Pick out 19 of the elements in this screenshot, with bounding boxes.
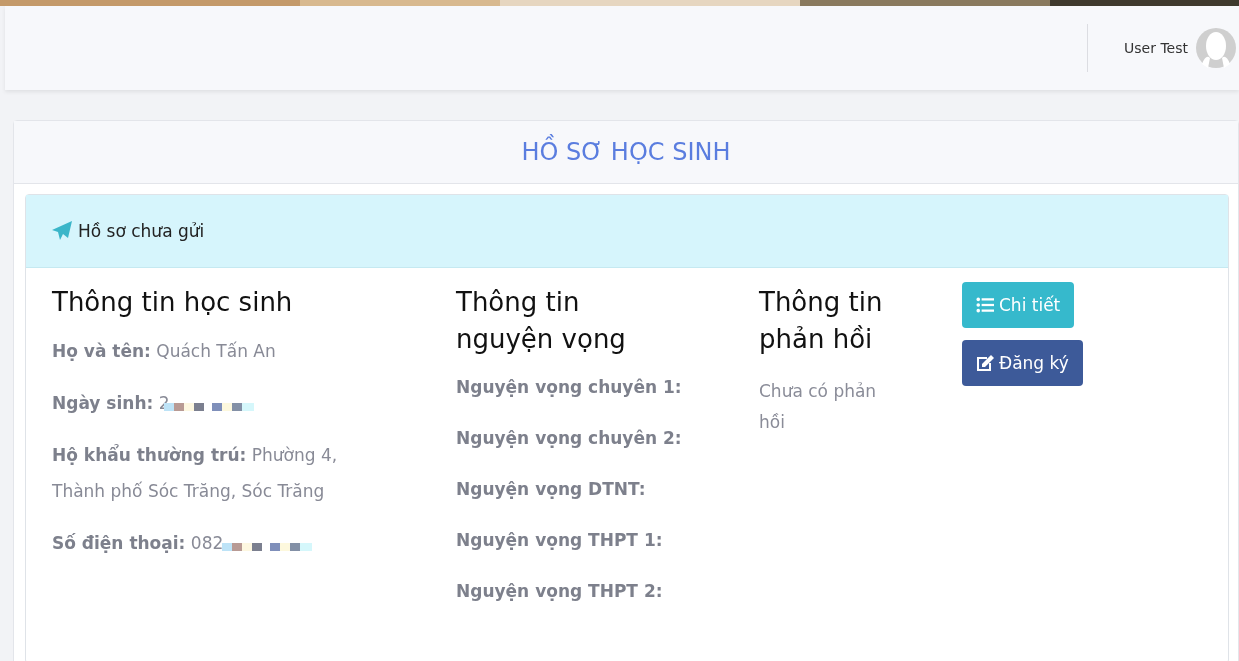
- register-button[interactable]: Đăng ký: [962, 340, 1083, 386]
- edit-icon: [976, 355, 994, 371]
- field-label: Nguyện vọng chuyên 2:: [456, 427, 683, 450]
- field-label: Nguyện vọng DTNT:: [456, 478, 647, 501]
- field-label: Nguyện vọng chuyên 1:: [456, 376, 683, 399]
- field-text: Họ và tên: Quách Tấn An: [52, 341, 276, 361]
- section-heading: Thông tin nguyện vọng: [456, 286, 627, 356]
- list-icon: [976, 297, 994, 313]
- field-label: Nguyện vọng THPT 1:: [456, 529, 664, 552]
- paper-plane-icon: [52, 221, 72, 241]
- field-text: Hộ khẩu thường trú: Phường 4, Thành phố Sóc Trăng, Sóc Trăng: [52, 445, 338, 501]
- feedback-text: Chưa có phản hồi: [759, 380, 878, 434]
- alert-text: Hồ sơ chưa gửi: [78, 221, 205, 241]
- section-heading: Thông tin học sinh: [52, 286, 294, 319]
- field-label: Nguyện vọng THPT 2:: [456, 580, 664, 603]
- avatar-icon[interactable]: [1196, 28, 1236, 68]
- field-text: Số điện thoại: 082: [52, 533, 224, 553]
- section-heading: Thông tin phản hồi: [759, 286, 884, 356]
- user-name[interactable]: User Test: [1124, 40, 1188, 56]
